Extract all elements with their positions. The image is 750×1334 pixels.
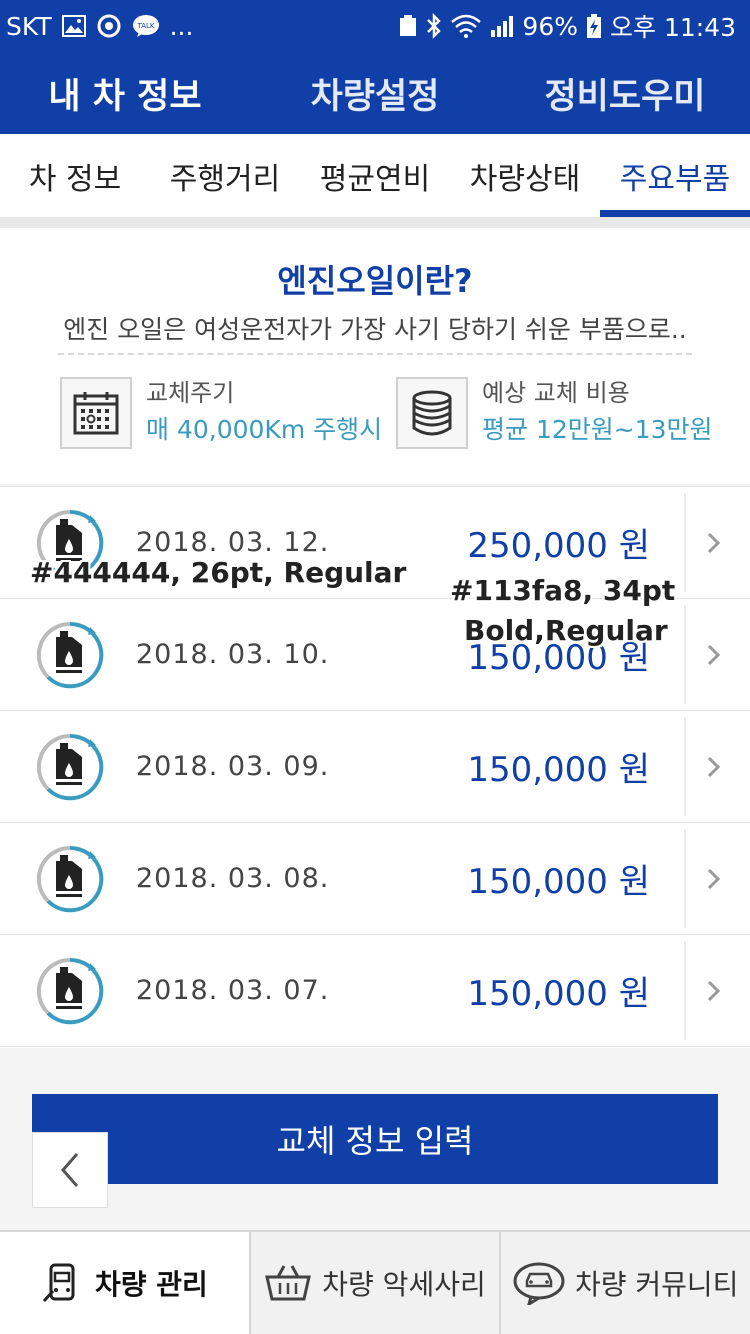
row-divider [684,941,686,1040]
chevron-right-icon [707,756,721,777]
engine-oil-info: 엔진오일이란? 엔진 오일은 여성운전자가 가장 사기 당하기 쉬운 부품으로.… [0,228,750,484]
list-item[interactable]: 2018. 03. 07. 150,000 원 [0,935,750,1047]
nav-car-accessories-label: 차량 악세사리 [322,1268,486,1301]
clock: 오후 11:43 [610,13,736,42]
nav-car-community[interactable]: 차량 커뮤니티 [499,1232,750,1334]
row-divider [684,717,686,816]
sub-tabs: 차 정보 주행거리 평균연비 차량상태 주요부품 [0,134,750,218]
oil-change-icon [36,845,104,912]
svg-text:TALK: TALK [136,22,154,30]
talk-icon: TALK [132,14,160,38]
nav-car-manage-label: 차량 관리 [94,1268,208,1301]
subtab-avg-fuel[interactable]: 평균연비 [300,134,450,217]
chevron-right-icon [707,644,721,665]
chevron-right-icon [707,532,721,553]
tab-maintenance-helper[interactable]: 정비도우미 [500,52,750,134]
oil-change-icon [36,733,104,800]
record-date: 2018. 03. 09. [136,751,330,782]
carrier-label: SKT [6,11,52,41]
recycle-icon [398,14,418,38]
chevron-right-icon [707,868,721,889]
bluetooth-icon [426,13,442,39]
record-price: 250,000 원 [467,526,650,566]
oil-change-icon [36,621,104,688]
info-title: 엔진오일이란? [277,262,473,300]
status-bar: SKT TALK ... 96% 오후 11:43 [0,0,750,52]
gallery-icon [61,15,86,37]
record-price: 150,000 원 [467,750,650,790]
tab-my-car-info[interactable]: 내 차 정보 [0,52,250,134]
record-date: 2018. 03. 12. [136,527,330,558]
basket-icon [265,1265,312,1301]
row-divider [684,829,686,928]
list-item[interactable]: 2018. 03. 09. 150,000 원 [0,711,750,823]
cycle-label: 교체주기 [146,379,235,407]
oil-change-icon [36,957,104,1024]
dashed-divider [58,353,692,355]
replacement-cycle: 교체주기 매 40,000Km 주행시 [60,376,382,450]
date-style-annotation: #444444, 26pt, Regular [30,556,407,589]
row-divider [684,493,686,592]
cost-value: 평균 12만원~13만원 [482,415,713,444]
nav-car-accessories[interactable]: 차량 악세사리 [248,1232,500,1334]
chevron-left-icon [61,1153,79,1187]
calendar-icon [60,377,132,449]
nav-car-manage[interactable]: 차량 관리 [0,1232,249,1334]
subtab-main-parts[interactable]: 주요부품 [600,134,750,217]
price-style-annotation-line1: #113fa8, 34pt [450,574,676,607]
more-notifications: ... [169,11,194,41]
bottom-nav: 차량 관리 차량 악세사리 차량 커뮤니티 [0,1230,750,1334]
tab-car-settings[interactable]: 차량설정 [250,52,500,134]
subtab-car-info[interactable]: 차 정보 [0,134,150,217]
status-left: SKT TALK ... [6,12,193,41]
section-divider [0,218,750,228]
subtab-car-status[interactable]: 차량상태 [450,134,600,217]
record-date: 2018. 03. 08. [136,863,330,894]
replacement-cost: 예상 교체 비용 평균 12만원~13만원 [396,376,713,450]
record-date: 2018. 03. 10. [136,639,330,670]
record-price: 150,000 원 [467,862,650,902]
record-price: 150,000 원 [467,974,650,1014]
subtab-mileage[interactable]: 주행거리 [150,134,300,217]
top-nav: 내 차 정보 차량설정 정비도우미 [0,52,750,134]
enter-replacement-info-button[interactable]: 교체 정보 입력 [32,1094,718,1184]
wifi-icon [450,14,482,38]
battery-percent: 96% [522,11,578,41]
price-style-annotation-line2: Bold,Regular [464,614,668,647]
record-date: 2018. 03. 07. [136,975,330,1006]
list-item[interactable]: 2018. 03. 08. 150,000 원 [0,823,750,935]
nav-car-community-label: 차량 커뮤니티 [574,1268,739,1301]
row-divider [684,605,686,704]
sync-icon [96,13,122,39]
status-right: 96% 오후 11:43 [398,8,736,44]
chevron-right-icon [707,980,721,1001]
coins-icon [396,377,468,449]
car-chat-icon [513,1262,565,1305]
battery-icon [586,13,602,39]
back-button[interactable] [32,1132,108,1208]
cost-label: 예상 교체 비용 [482,379,630,407]
car-manage-icon [42,1263,75,1303]
cycle-value: 매 40,000Km 주행시 [146,415,383,444]
info-description: 엔진 오일은 여성운전자가 가장 사기 당하기 쉬운 부품으로.. [63,315,687,344]
signal-icon [490,14,514,38]
